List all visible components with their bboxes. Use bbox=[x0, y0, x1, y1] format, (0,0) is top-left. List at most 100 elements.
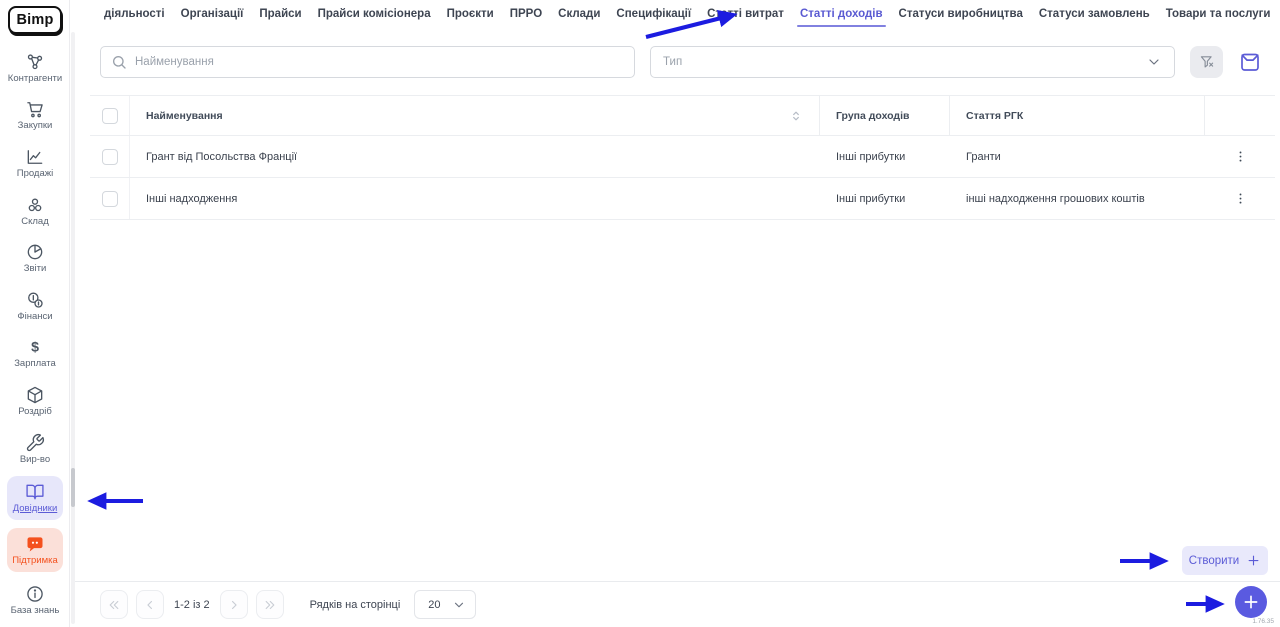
previous-page-button[interactable] bbox=[136, 590, 164, 619]
create-button-label: Створити bbox=[1188, 554, 1240, 567]
tab-statusy-vyrobnytstva[interactable]: Статуси виробництва bbox=[899, 0, 1023, 28]
sidebar-item-label: Склад bbox=[21, 215, 49, 227]
row-checkbox[interactable] bbox=[101, 190, 118, 207]
type-select[interactable] bbox=[650, 46, 1175, 78]
table-header-row: Найменування Група доходів Стаття РГК bbox=[90, 96, 1275, 136]
sidebar-item-label: Роздріб bbox=[18, 405, 52, 417]
wrench-icon bbox=[26, 433, 44, 451]
sidebar-item-label: Звіти bbox=[23, 263, 47, 275]
tab-praisy[interactable]: Прайси bbox=[259, 0, 301, 28]
sidebar-item-label: Закупки bbox=[17, 120, 53, 132]
create-button[interactable]: Створити bbox=[1182, 546, 1268, 575]
sidebar-item-baza-znan[interactable]: База знань bbox=[0, 576, 70, 624]
app-version-label: 1.76.35 bbox=[1252, 618, 1274, 625]
sidebar-item-label: Підтримка bbox=[12, 555, 58, 567]
cell-rgk-article: інші надходження грошових коштів bbox=[950, 178, 1205, 219]
sidebar-item-label: Продажі bbox=[16, 167, 54, 179]
rows-per-page-select[interactable]: 20 bbox=[414, 590, 477, 619]
last-page-button[interactable] bbox=[255, 590, 284, 619]
sort-icon[interactable] bbox=[789, 107, 803, 125]
cell-rgk-article: Гранти bbox=[950, 136, 1205, 177]
tab-diyalnosti[interactable]: діяльності bbox=[104, 0, 165, 28]
row-menu-button[interactable] bbox=[1229, 145, 1252, 168]
top-nav: діяльності Організації Прайси Прайси ком… bbox=[70, 0, 1280, 28]
table-row[interactable]: Інші надходження Інші прибутки інші надх… bbox=[90, 178, 1275, 220]
row-checkbox-cell bbox=[90, 178, 130, 219]
tab-sklady[interactable]: Склади bbox=[558, 0, 600, 28]
coins-icon bbox=[28, 292, 43, 308]
sidebar-item-zvity[interactable]: Звіти bbox=[0, 234, 70, 282]
tab-statti-dokhodiv[interactable]: Статті доходів bbox=[796, 0, 886, 28]
income-articles-table: Найменування Група доходів Стаття РГК Гр… bbox=[90, 95, 1275, 220]
column-header-income-group: Група доходів bbox=[820, 96, 950, 135]
pie-chart-icon bbox=[27, 244, 43, 260]
info-icon bbox=[27, 586, 43, 602]
chevron-right-icon bbox=[231, 600, 237, 609]
cell-text: інші надходження грошових коштів bbox=[966, 192, 1145, 205]
header-checkbox-cell bbox=[90, 96, 130, 135]
tab-spetsyfikatsii[interactable]: Специфікації bbox=[616, 0, 691, 28]
app-logo-text: Bimp bbox=[16, 12, 54, 28]
envelope-icon bbox=[1241, 53, 1259, 71]
column-header-actions bbox=[1205, 96, 1275, 135]
plus-icon bbox=[1244, 595, 1258, 609]
line-chart-icon bbox=[27, 150, 43, 164]
sidebar-item-label: База знань bbox=[10, 605, 60, 617]
kebab-menu-icon bbox=[1239, 151, 1241, 162]
sidebar-item-label: Довідники bbox=[12, 503, 58, 515]
rows-per-page-value: 20 bbox=[428, 598, 441, 611]
sidebar-item-zakupky[interactable]: Закупки bbox=[0, 92, 70, 140]
sidebar-scrollbar-thumb[interactable] bbox=[71, 468, 75, 507]
chevron-down-icon bbox=[1149, 59, 1159, 65]
sidebar-support-pill: Підтримка bbox=[7, 528, 63, 573]
plus-icon bbox=[1248, 555, 1259, 566]
rows-per-page-label: Рядків на сторінці bbox=[309, 598, 401, 611]
sidebar-item-vyrobnytstvo[interactable]: Вир-во bbox=[0, 425, 70, 473]
table-row[interactable]: Грант від Посольства Франції Інші прибут… bbox=[90, 136, 1275, 178]
select-all-checkbox[interactable] bbox=[101, 107, 118, 124]
clear-filters-button[interactable] bbox=[1190, 46, 1223, 78]
next-page-button[interactable] bbox=[219, 590, 248, 619]
column-header-rgk-article: Стаття РГК bbox=[950, 96, 1205, 135]
sidebar-item-pidtrymka[interactable]: Підтримка bbox=[0, 524, 70, 576]
sidebar: Bimp Контрагенти Закупки Продажі Склад З… bbox=[0, 0, 70, 627]
tab-praisy-komisionera[interactable]: Прайси комісіонера bbox=[318, 0, 431, 28]
tab-prro[interactable]: ПРРО bbox=[510, 0, 542, 28]
search-field[interactable] bbox=[100, 46, 635, 78]
kebab-menu-icon bbox=[1239, 193, 1241, 204]
tab-statusy-zamovlen[interactable]: Статуси замовлень bbox=[1039, 0, 1150, 28]
sidebar-item-zarplata[interactable]: $ Зарплата bbox=[0, 330, 70, 378]
type-input[interactable] bbox=[663, 56, 1138, 68]
sidebar-scrollbar-track bbox=[71, 32, 75, 624]
tab-organizatsii[interactable]: Організації bbox=[181, 0, 244, 28]
first-page-button[interactable] bbox=[100, 590, 128, 619]
sidebar-item-finansy[interactable]: Фінанси bbox=[0, 282, 70, 330]
sidebar-item-rozdrib[interactable]: Роздріб bbox=[0, 377, 70, 425]
sidebar-item-label: Вир-во bbox=[19, 453, 51, 465]
search-icon bbox=[113, 56, 126, 69]
tab-statti-vytrat[interactable]: Статті витрат bbox=[707, 0, 784, 28]
row-checkbox-cell bbox=[90, 136, 130, 177]
cell-actions bbox=[1205, 136, 1275, 177]
sidebar-item-kontragenty[interactable]: Контрагенти bbox=[0, 44, 70, 92]
tab-proekty[interactable]: Проєкти bbox=[447, 0, 494, 28]
column-header-label: Група доходів bbox=[836, 109, 910, 122]
mailbox-button[interactable] bbox=[1234, 47, 1266, 77]
sidebar-item-prodazhi[interactable]: Продажі bbox=[0, 139, 70, 187]
cell-actions bbox=[1205, 178, 1275, 219]
page-range-label: 1-2 із 2 bbox=[174, 598, 210, 611]
cart-icon bbox=[27, 102, 43, 118]
column-header-label: Стаття РГК bbox=[966, 109, 1024, 122]
cell-text: Гранти bbox=[966, 150, 1001, 163]
sidebar-item-dovidnyky[interactable]: Довідники bbox=[0, 472, 70, 524]
sidebar-item-sklad[interactable]: Склад bbox=[0, 187, 70, 235]
row-checkbox[interactable] bbox=[101, 148, 118, 165]
double-chevron-left-icon bbox=[109, 600, 119, 609]
app-logo: Bimp bbox=[8, 6, 62, 34]
column-header-name: Найменування bbox=[130, 96, 820, 135]
search-input[interactable] bbox=[135, 56, 624, 68]
create-fab-button[interactable] bbox=[1235, 586, 1267, 618]
row-menu-button[interactable] bbox=[1229, 187, 1252, 210]
tab-tovary-ta-posluhy[interactable]: Товари та послуги bbox=[1166, 0, 1271, 28]
cell-income-group: Інші прибутки bbox=[820, 136, 950, 177]
